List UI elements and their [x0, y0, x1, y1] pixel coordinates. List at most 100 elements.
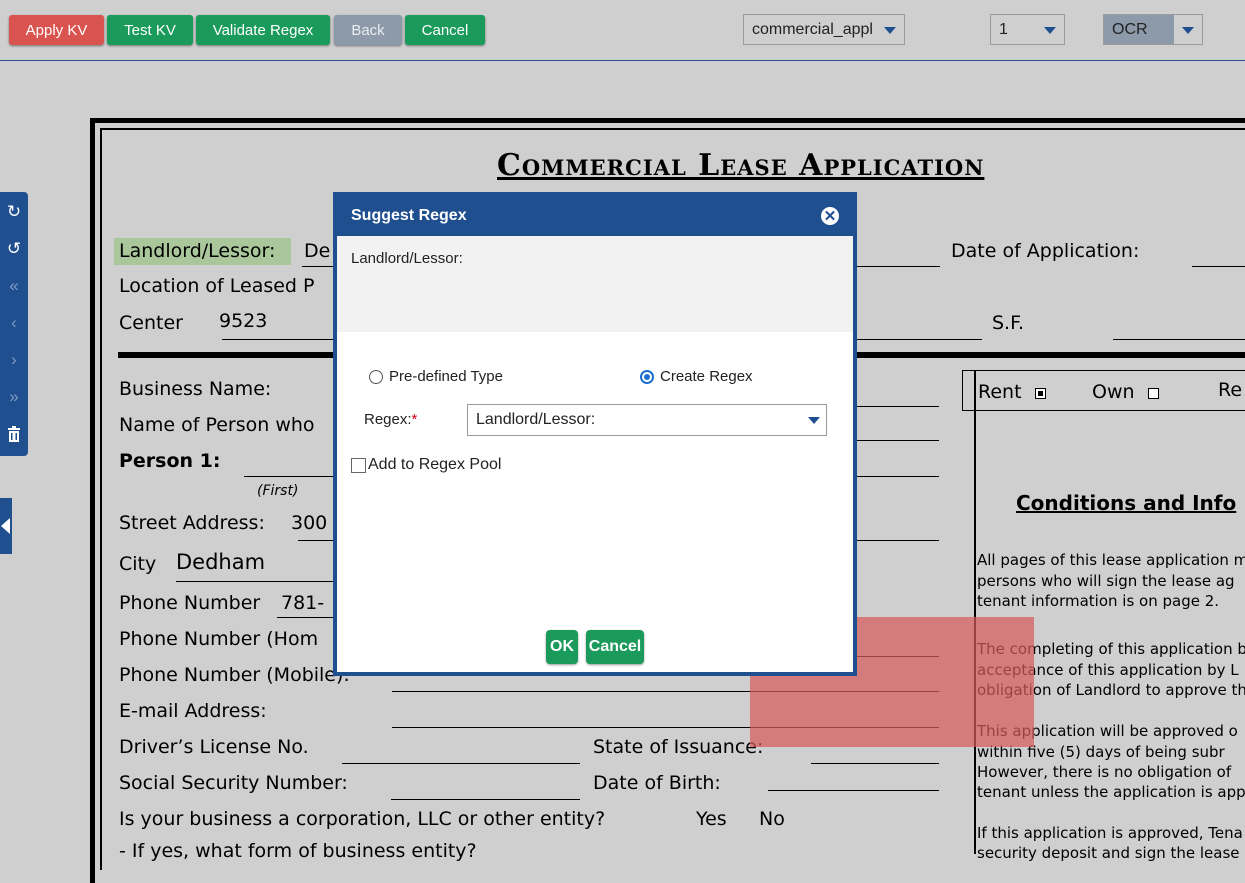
previous-page-icon[interactable]: ‹: [0, 309, 28, 337]
apply-kv-button[interactable]: Apply KV: [9, 15, 104, 45]
field-line: [298, 540, 334, 541]
field-line: [811, 763, 939, 764]
own-label: Own: [1092, 381, 1135, 403]
dialog-header: Suggest Regex ✕: [337, 196, 853, 236]
business-name-label: Business Name:: [119, 378, 272, 400]
email-label: E-mail Address:: [119, 700, 267, 722]
document-type-select[interactable]: commercial_appl: [743, 14, 905, 45]
street-address-value: 300: [291, 512, 328, 534]
field-line: [1113, 339, 1245, 340]
field-line: [856, 476, 939, 477]
page-select[interactable]: 1: [990, 14, 1065, 45]
field-line: [856, 540, 939, 541]
rent-checkbox: [1035, 388, 1046, 399]
field-line: [391, 799, 580, 800]
column-divider: [962, 370, 963, 410]
phone-home-label: Phone Number (Hom: [119, 628, 319, 650]
para1-line3: tenant information is on page 2.: [977, 592, 1220, 610]
create-regex-label: Create Regex: [660, 368, 753, 385]
business-entity-question: - If yes, what form of business entity?: [119, 840, 477, 862]
field-line: [856, 440, 939, 441]
own-checkbox: [1148, 388, 1159, 399]
field-line: [856, 266, 940, 267]
field-line: [856, 406, 939, 407]
regex-value: Landlord/Lessor:: [476, 411, 596, 428]
field-line: [856, 339, 982, 340]
top-toolbar: Apply KV Test KV Validate Regex Back Can…: [0, 0, 1245, 61]
preview-text: Landlord/Lessor:: [351, 250, 463, 267]
para4-line2: security deposit and sign the lease: [977, 844, 1240, 862]
field-line: [768, 790, 939, 791]
selected-text-preview: Landlord/Lessor:: [337, 236, 853, 332]
box-line: [962, 370, 1245, 371]
mode-value: OCR: [1104, 15, 1174, 44]
city-label: City: [119, 553, 157, 575]
predefined-type-radio[interactable]: Pre-defined Type: [369, 368, 503, 385]
para3-line3: However, there is no obligation of: [977, 763, 1232, 781]
corporation-question: Is your business a corporation, LLC or o…: [119, 808, 606, 830]
last-page-icon[interactable]: »: [0, 383, 28, 411]
chevron-down-icon: [1182, 27, 1194, 34]
suggest-regex-dialog: Suggest Regex ✕ Landlord/Lessor: Pre-def…: [333, 192, 857, 676]
box-line: [962, 410, 1245, 411]
left-tool-panel: ↻ ↺ « ‹ › »: [0, 192, 28, 456]
date-of-application-label: Date of Application:: [951, 240, 1140, 262]
field-line: [342, 763, 580, 764]
rotate-clockwise-icon[interactable]: ↻: [0, 198, 28, 226]
back-button[interactable]: Back: [334, 15, 402, 45]
page-value: 1: [999, 20, 1008, 38]
create-regex-radio[interactable]: Create Regex: [640, 368, 753, 385]
required-mark: *: [411, 411, 418, 428]
dialog-cancel-button[interactable]: Cancel: [586, 630, 644, 664]
dialog-title: Suggest Regex: [351, 207, 467, 224]
phone-mobile-label: Phone Number (Mobile):: [119, 664, 350, 686]
no-option: No: [759, 808, 785, 830]
document-type-value: commercial_appl: [752, 20, 873, 38]
field-line: [176, 581, 334, 582]
landlord-value: De: [304, 240, 331, 262]
regex-select[interactable]: Landlord/Lessor:: [467, 404, 827, 436]
para1-line2: persons who will sign the lease ag: [977, 572, 1235, 590]
checkbox-icon[interactable]: [351, 457, 366, 473]
dob-label: Date of Birth:: [593, 772, 721, 794]
conditions-title: Conditions and Info: [1016, 491, 1237, 515]
document-title: Commercial Lease Application: [497, 148, 985, 183]
regex-label: Regex:*: [364, 411, 417, 428]
radio-selected-icon[interactable]: [640, 369, 654, 384]
column-divider: [974, 370, 976, 854]
close-icon[interactable]: ✕: [821, 207, 839, 225]
name-of-person-label: Name of Person who: [119, 414, 315, 436]
phone-number-value: 781-: [281, 592, 325, 614]
validate-regex-button[interactable]: Validate Regex: [196, 15, 330, 45]
mode-select[interactable]: OCR: [1103, 14, 1203, 45]
predefined-type-label: Pre-defined Type: [389, 368, 503, 385]
add-to-regex-pool-checkbox[interactable]: Add to Regex Pool: [351, 456, 501, 474]
radio-icon[interactable]: [369, 369, 383, 384]
cancel-button[interactable]: Cancel: [405, 15, 485, 45]
trash-icon[interactable]: [0, 420, 28, 448]
para4-line1: If this application is approved, Tena: [977, 824, 1243, 842]
chevron-down-icon: [808, 417, 820, 424]
sf-label: S.F.: [992, 312, 1025, 334]
regex-label-text: Regex:: [364, 411, 412, 428]
caret-left-icon: [1, 518, 10, 534]
field-line: [244, 476, 334, 477]
yes-option: Yes: [696, 808, 727, 830]
rotate-counterclockwise-icon[interactable]: ↺: [0, 235, 28, 263]
ok-button[interactable]: OK: [546, 630, 578, 664]
test-kv-button[interactable]: Test KV: [107, 15, 193, 45]
city-value: Dedham: [176, 550, 266, 574]
next-page-icon[interactable]: ›: [0, 346, 28, 374]
re-label: Re: [1218, 379, 1243, 401]
landlord-label: Landlord/Lessor:: [119, 240, 276, 262]
phone-number-label: Phone Number: [119, 592, 261, 614]
first-page-icon[interactable]: «: [0, 272, 28, 300]
chevron-down-icon: [884, 27, 896, 34]
street-address-label: Street Address:: [119, 512, 265, 534]
collapse-panel-toggle[interactable]: [0, 498, 12, 554]
rent-label: Rent: [978, 381, 1022, 403]
para3-line4: tenant unless the application is approv: [977, 783, 1245, 801]
drivers-license-label: Driver’s License No.: [119, 736, 309, 758]
state-of-issuance-label: State of Issuance:: [593, 736, 764, 758]
add-to-regex-pool-label: Add to Regex Pool: [368, 456, 502, 473]
